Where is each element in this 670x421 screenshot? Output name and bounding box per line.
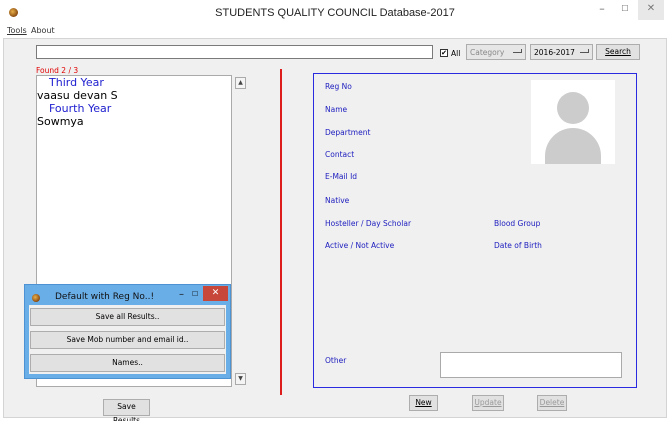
dropdown-arrow-icon bbox=[513, 49, 522, 53]
menu-bar: Tools About bbox=[0, 26, 670, 38]
save-results-button[interactable]: Save Results bbox=[103, 399, 150, 421]
scroll-down-icon[interactable]: ▼ bbox=[235, 373, 246, 385]
search-input[interactable] bbox=[36, 45, 433, 59]
list-item-header[interactable]: Third Year bbox=[37, 76, 231, 89]
dropdown-arrow-icon bbox=[580, 49, 589, 53]
all-checkbox-label: All bbox=[451, 49, 461, 58]
vertical-divider bbox=[280, 69, 282, 395]
save-mob-email-button[interactable]: Save Mob number and email id.. bbox=[30, 331, 225, 349]
delete-button: Delete bbox=[537, 395, 567, 411]
new-button-label: New bbox=[415, 398, 432, 407]
other-label: Other bbox=[325, 356, 347, 365]
search-button[interactable]: Search bbox=[596, 44, 640, 60]
list-item-header[interactable]: Fourth Year bbox=[37, 102, 231, 115]
close-button[interactable]: ✕ bbox=[638, 0, 664, 20]
update-button-label: Update bbox=[474, 398, 502, 407]
contact-label: Contact bbox=[325, 150, 355, 159]
blood-group-label: Blood Group bbox=[494, 219, 541, 228]
email-label: E-Mail Id bbox=[325, 172, 358, 181]
year-dropdown[interactable]: 2016-2017 bbox=[530, 44, 593, 60]
list-item[interactable]: Sowmya bbox=[37, 115, 231, 128]
dialog-minimize-button[interactable]: – bbox=[179, 289, 184, 300]
other-field[interactable] bbox=[440, 352, 622, 378]
active-label: Active / Not Active bbox=[325, 241, 395, 250]
name-label: Name bbox=[325, 105, 348, 114]
user-placeholder-icon bbox=[531, 80, 615, 164]
names-button[interactable]: Names.. bbox=[30, 354, 225, 372]
delete-button-label: Delete bbox=[539, 398, 565, 407]
scroll-up-icon[interactable]: ▲ bbox=[235, 77, 246, 89]
minimize-button[interactable]: – bbox=[592, 0, 612, 20]
default-dialog: Default with Reg No..! – ☐ ✕ Save all Re… bbox=[24, 284, 231, 379]
results-scrollbar[interactable]: ▲ ▼ bbox=[233, 75, 247, 387]
menu-tools[interactable]: Tools bbox=[7, 26, 27, 35]
year-dropdown-value: 2016-2017 bbox=[534, 48, 575, 57]
menu-about[interactable]: About bbox=[31, 26, 55, 35]
dialog-body: Save all Results.. Save Mob number and e… bbox=[29, 305, 226, 374]
dialog-title: Default with Reg No..! bbox=[55, 292, 155, 302]
maximize-button[interactable]: ☐ bbox=[616, 0, 634, 20]
menu-tools-label: Tools bbox=[7, 26, 27, 35]
new-button[interactable]: New bbox=[409, 395, 438, 411]
found-count: Found 2 / 3 bbox=[36, 66, 79, 75]
department-label: Department bbox=[325, 128, 371, 137]
list-item[interactable]: vaasu devan S bbox=[37, 89, 231, 102]
search-button-label: Search bbox=[605, 47, 631, 56]
avatar-head bbox=[557, 92, 589, 124]
reg-no-label: Reg No bbox=[325, 82, 352, 91]
native-label: Native bbox=[325, 196, 350, 205]
all-checkbox[interactable]: ✔ bbox=[440, 49, 448, 57]
dob-label: Date of Birth bbox=[494, 241, 542, 250]
window-title: STUDENTS QUALITY COUNCIL Database-2017 bbox=[215, 7, 455, 19]
category-dropdown-value: Category bbox=[470, 48, 505, 57]
avatar-body bbox=[545, 128, 601, 164]
dialog-maximize-button[interactable]: ☐ bbox=[192, 290, 198, 298]
hosteller-label: Hosteller / Day Scholar bbox=[325, 219, 412, 228]
update-button: Update bbox=[472, 395, 504, 411]
save-all-results-button[interactable]: Save all Results.. bbox=[30, 308, 225, 326]
title-bar: STUDENTS QUALITY COUNCIL Database-2017 –… bbox=[0, 0, 670, 26]
dialog-close-button[interactable]: ✕ bbox=[203, 286, 228, 301]
category-dropdown[interactable]: Category bbox=[466, 44, 526, 60]
app-icon bbox=[32, 294, 40, 302]
